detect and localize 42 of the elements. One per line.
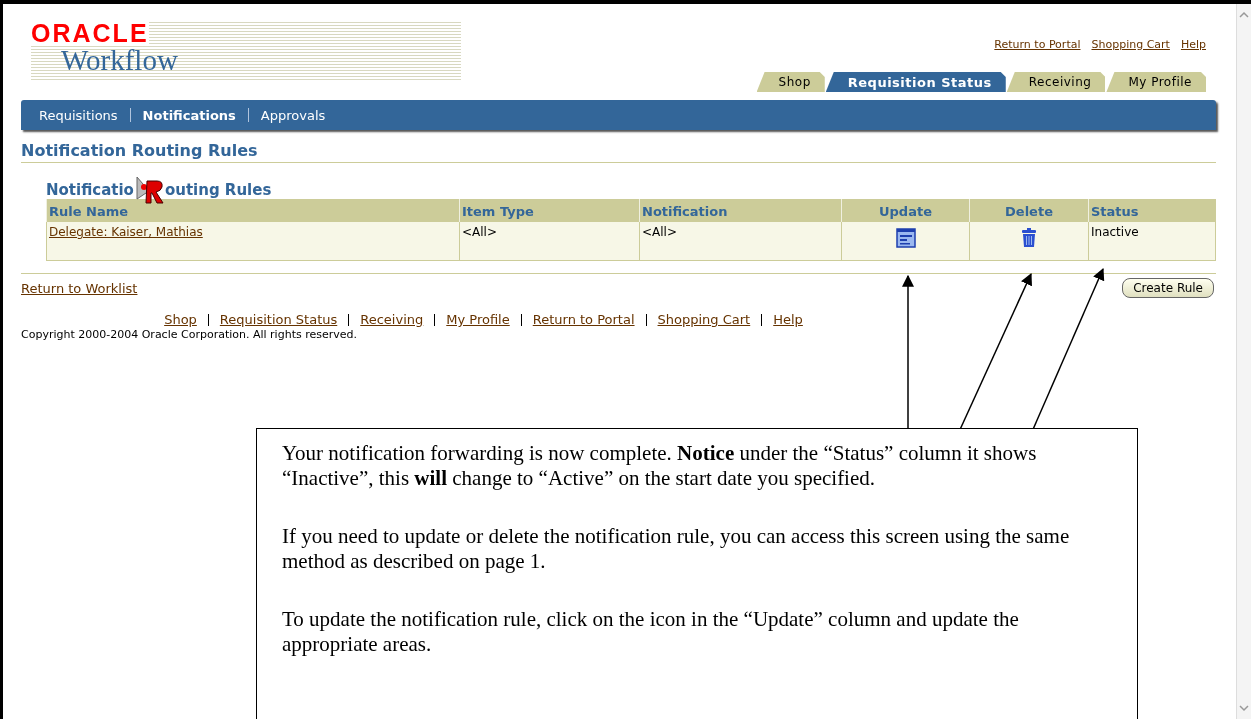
column-header: Rule Name [46, 199, 460, 222]
column-header: Notification [639, 199, 842, 222]
footer-link[interactable]: Help [773, 312, 803, 327]
header-link[interactable]: Help [1180, 38, 1206, 51]
tab[interactable]: Shop [756, 72, 825, 92]
product-name: Workflow [61, 46, 178, 74]
column-header: Delete [969, 199, 1089, 222]
footer-link[interactable]: Requisition Status [219, 312, 338, 327]
footer-link[interactable]: Return to Portal [532, 312, 635, 327]
section-heading: Notificatio [46, 181, 134, 199]
nav-link[interactable]: Notifications [142, 107, 236, 123]
copyright: Copyright 2000-2004 Oracle Corporation. All rights reserved. [21, 328, 358, 341]
footer-link[interactable]: My Profile [446, 312, 510, 327]
header-link[interactable]: Shopping Cart [1091, 38, 1170, 51]
scrollbar[interactable] [1236, 4, 1251, 719]
callout-paragraph: If you need to update or delete the notification rule, you can access this screen using the same method as described on page 1. [282, 524, 1071, 574]
footer-link[interactable]: Receiving [360, 312, 424, 327]
tab[interactable]: My Profile [1106, 72, 1206, 92]
update-icon[interactable] [895, 228, 916, 248]
cursor-icon [134, 177, 165, 207]
column-header: Update [841, 199, 970, 222]
table-cell: <All> [642, 225, 677, 239]
footer-link[interactable]: Shopping Cart [657, 312, 751, 327]
return-link[interactable]: Return to Worklist [21, 280, 138, 296]
rule-link[interactable]: Delegate: Kaiser, Mathias [49, 225, 203, 239]
tab[interactable]: Requisition Status [825, 72, 1006, 92]
header-link[interactable]: Return to Portal [994, 38, 1081, 51]
callout-paragraph: To update the notification rule, click on the icon in the “Update” column and update the appropriate areas. [282, 607, 1020, 657]
table-cell: Inactive [1091, 225, 1139, 239]
page-title: Notification Routing Rules [21, 141, 1216, 163]
tab[interactable]: Receiving [1006, 72, 1106, 92]
table-cell: <All> [462, 225, 497, 239]
vendor-logo: ORACLE [31, 20, 149, 46]
section-heading: outing Rules [164, 181, 272, 199]
nav-link[interactable]: Requisitions [39, 107, 118, 123]
footer-link[interactable]: Shop [164, 312, 197, 327]
nav-link[interactable]: Approvals [260, 107, 326, 123]
create-rule-button[interactable]: Create Rule [1122, 278, 1214, 298]
column-header: Status [1088, 199, 1216, 222]
column-header: Item Type [459, 199, 640, 222]
delete-icon[interactable] [1021, 228, 1037, 248]
callout-paragraph: Your notification forwarding is now complete. Notice under the “Status” column it shows “Inactive”, this will change to “Active” on the start date you specified. [282, 441, 1038, 491]
